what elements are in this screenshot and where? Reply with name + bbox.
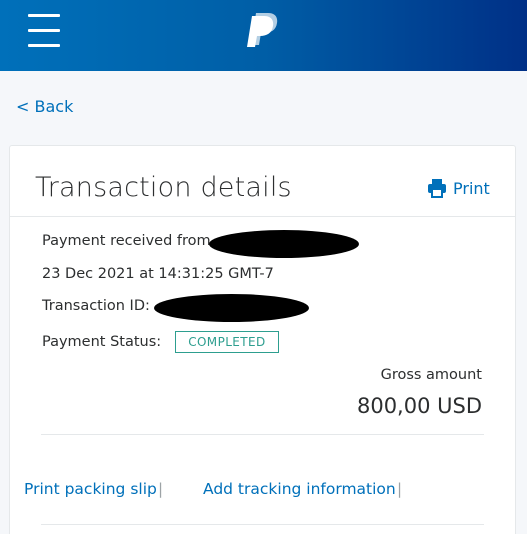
top-header: [0, 0, 527, 71]
print-button[interactable]: Print: [427, 177, 490, 199]
printer-icon: [428, 179, 446, 198]
payment-status-label: Payment Status:: [42, 334, 162, 350]
title-divider: [10, 216, 515, 217]
status-badge: COMPLETED: [175, 331, 279, 353]
back-link[interactable]: < Back: [16, 97, 73, 116]
redacted-sender-name: [209, 230, 359, 258]
section-divider: [41, 434, 484, 435]
bottom-divider: [41, 524, 484, 525]
link-separator: |: [158, 480, 164, 498]
hamburger-line: [28, 14, 60, 17]
hamburger-line: [28, 29, 60, 32]
transaction-details-card: Transaction details Print Payment receiv…: [9, 145, 516, 534]
print-label: Print: [453, 178, 490, 198]
paypal-logo-icon[interactable]: [246, 11, 280, 49]
gross-amount-value: 800,00 USD: [356, 394, 482, 418]
gross-amount-label: Gross amount: [380, 367, 482, 383]
transaction-id-label: Transaction ID:: [42, 298, 150, 314]
hamburger-menu-icon[interactable]: [28, 14, 61, 47]
transaction-date: 23 Dec 2021 at 14:31:25 GMT-7: [42, 266, 274, 282]
page-title: Transaction details: [35, 172, 292, 203]
add-tracking-information-link[interactable]: Add tracking information: [203, 480, 396, 498]
hamburger-line: [28, 44, 60, 47]
print-packing-slip-link[interactable]: Print packing slip: [24, 480, 157, 498]
payment-status-row: Payment Status: COMPLETED: [42, 331, 279, 353]
payment-received-label: Payment received from: [42, 233, 211, 249]
redacted-transaction-id: [154, 294, 309, 322]
link-separator: |: [397, 480, 403, 498]
